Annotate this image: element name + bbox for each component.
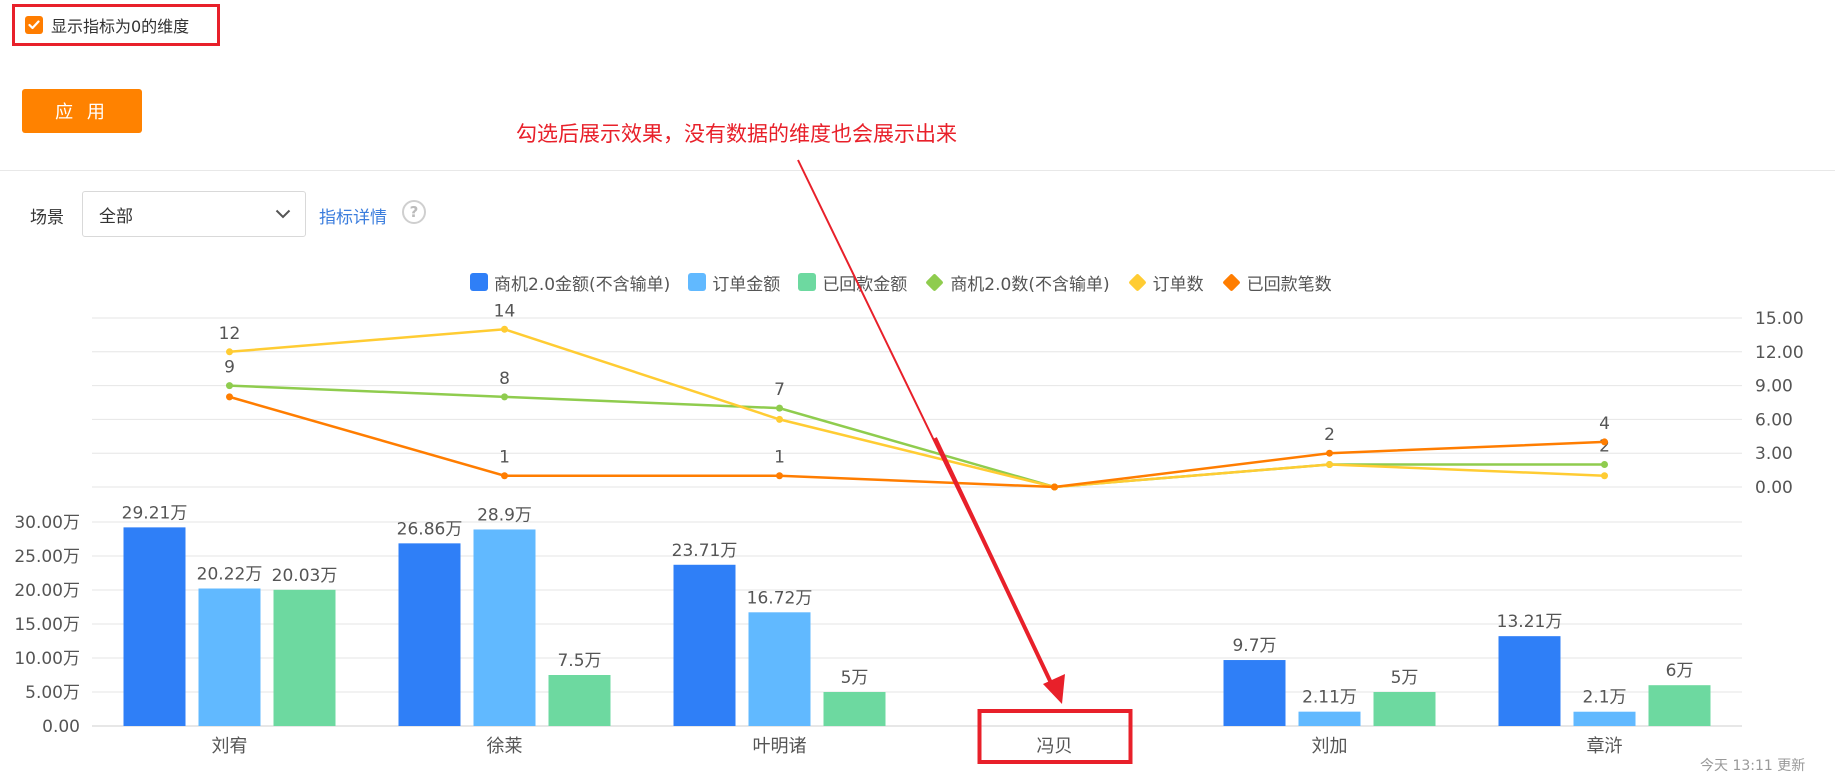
line-point <box>226 382 233 390</box>
line-point <box>1326 449 1333 457</box>
bar-value-label: 6万 <box>1666 661 1694 681</box>
bar <box>748 612 811 726</box>
bar-value-label: 13.21万 <box>1497 612 1563 632</box>
bar <box>473 529 536 726</box>
annotation-arrow-head <box>1043 674 1065 704</box>
line-point <box>1601 460 1608 468</box>
line-value-label: 7 <box>774 380 785 400</box>
x-axis-category-label: 章浒 <box>1587 736 1623 757</box>
bar-axis-tick: 10.00万 <box>14 649 80 669</box>
line-value-label: 9 <box>224 358 235 378</box>
line-point <box>226 348 233 356</box>
bar-axis-tick: 20.00万 <box>14 581 80 601</box>
x-axis-category-label: 冯贝 <box>1037 736 1073 757</box>
line-axis-tick: 9.00 <box>1755 377 1793 397</box>
update-time-text: 今天 13:11 更新 <box>1700 758 1806 774</box>
line-point <box>501 325 508 333</box>
bar-value-label: 29.21万 <box>122 503 188 523</box>
line-value-label: 8 <box>499 369 510 389</box>
bar-axis-tick: 30.00万 <box>14 513 80 533</box>
x-axis-category-label: 徐莱 <box>487 736 523 757</box>
bar <box>1223 660 1286 726</box>
bar-value-label: 2.11万 <box>1302 688 1357 708</box>
bar-value-label: 2.1万 <box>1582 688 1626 708</box>
bar <box>1573 711 1636 726</box>
bar-value-label: 5万 <box>1391 668 1419 688</box>
line-value-label: 4 <box>1599 414 1610 434</box>
bar <box>823 692 886 726</box>
line-point <box>1051 483 1058 491</box>
line-point <box>1601 472 1608 480</box>
line-point <box>776 404 783 412</box>
bar <box>198 588 261 726</box>
annotation-arrow-line <box>933 437 1054 686</box>
bar <box>1648 685 1711 726</box>
bar-axis-tick: 25.00万 <box>14 547 80 567</box>
line-point <box>501 393 508 401</box>
line-axis-tick: 6.00 <box>1755 410 1793 430</box>
line-axis-tick: 12.00 <box>1755 343 1804 363</box>
bar-value-label: 28.9万 <box>477 505 532 525</box>
line-value-label: 1 <box>774 448 785 468</box>
line-point <box>501 472 508 480</box>
x-axis-category-label: 刘宥 <box>212 736 248 757</box>
bar <box>548 675 611 726</box>
series-line <box>229 395 1605 489</box>
bar-value-label: 26.86万 <box>397 519 463 539</box>
bar-axis-tick: 0.00 <box>42 717 80 737</box>
x-axis-category-label: 叶明诸 <box>753 736 807 757</box>
bar <box>273 589 336 726</box>
bar <box>1373 692 1436 726</box>
bar <box>398 543 461 726</box>
line-value-label: 12 <box>219 324 241 344</box>
bar <box>1298 711 1361 726</box>
bar-value-label: 20.22万 <box>197 565 263 585</box>
line-point <box>776 472 783 480</box>
bar-value-label: 9.7万 <box>1232 636 1276 656</box>
line-value-label: 1 <box>499 448 510 468</box>
bar <box>673 564 736 726</box>
bar-value-label: 23.71万 <box>672 541 738 561</box>
series-line <box>229 384 1605 489</box>
bar-axis-tick: 15.00万 <box>14 615 80 635</box>
bar <box>123 527 186 726</box>
line-point <box>226 393 233 401</box>
line-value-label: 2 <box>1324 425 1335 445</box>
line-point <box>1326 460 1333 468</box>
combo-chart: 0.00 5.00万 10.00万 15.00万 20.00万 25.00万 30.00万 0… <box>14 159 1804 764</box>
bar-value-label: 20.03万 <box>272 566 338 586</box>
line-value-label: 14 <box>494 301 516 321</box>
line-point <box>1601 438 1608 446</box>
bar-value-label: 16.72万 <box>747 588 813 608</box>
bar-value-label: 5万 <box>841 668 869 688</box>
bar <box>1498 636 1561 726</box>
line-axis-tick: 3.00 <box>1755 444 1793 464</box>
bar-value-label: 7.5万 <box>557 651 601 671</box>
bar-axis-tick: 5.00万 <box>25 683 80 703</box>
x-axis-category-label: 刘加 <box>1312 736 1348 757</box>
line-axis-tick: 15.00 <box>1755 309 1804 329</box>
line-point <box>776 415 783 423</box>
line-axis-tick: 0.00 <box>1755 478 1793 498</box>
